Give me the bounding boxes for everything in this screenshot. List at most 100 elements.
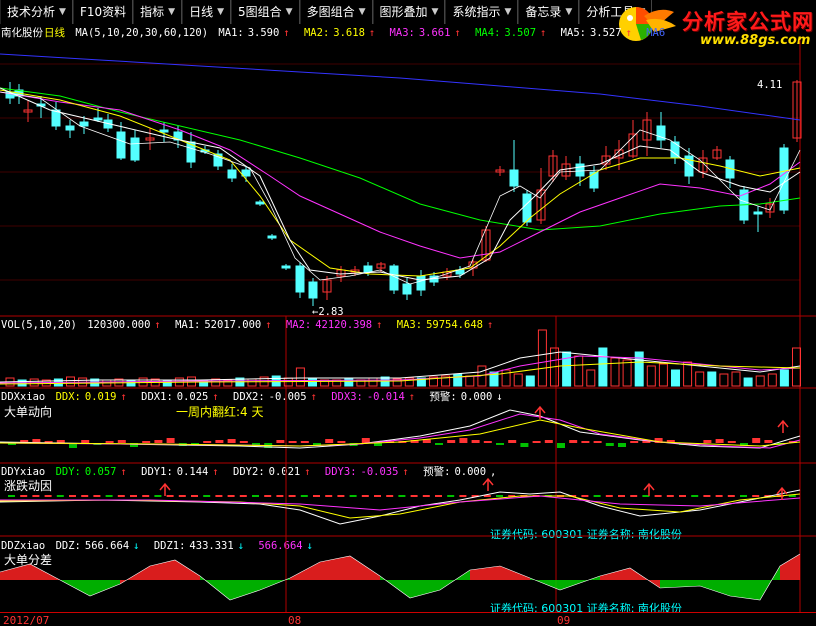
volume-bar: [707, 371, 717, 387]
ddx-bar: [605, 443, 614, 446]
ddy-bar: [374, 495, 381, 497]
ddy-bar: [703, 495, 711, 497]
ddx-bar: [154, 440, 163, 443]
candle-body: [281, 265, 291, 269]
ddx-bar: [593, 441, 602, 443]
ddy-bar: [227, 495, 235, 497]
volume-bar: [562, 351, 572, 387]
volume-bar: [574, 355, 584, 387]
candle-body: [255, 201, 265, 205]
ddy-bar: [447, 495, 455, 497]
candle-body: [93, 117, 103, 121]
ddy-bar: [276, 495, 284, 497]
ddz-area: [175, 560, 200, 580]
alert-up-arrow-icon: [643, 482, 655, 496]
volume-bar: [622, 359, 632, 387]
ddy-bar: [69, 495, 76, 497]
ddy-bar: [679, 495, 686, 497]
ddy-bar: [239, 495, 247, 497]
ddx-bar: [459, 438, 468, 443]
low-price-label: ←2.83: [312, 306, 344, 318]
ddx-bar: [557, 443, 565, 448]
ddy-bar: [496, 495, 503, 497]
ddy-bar: [727, 495, 735, 497]
ddz-area: [700, 580, 730, 596]
ddz-area: [780, 554, 800, 580]
ma3-line: [0, 91, 801, 259]
ddx-bar: [361, 438, 370, 443]
ddz-area: [410, 580, 440, 598]
ddx-bar: [483, 441, 492, 443]
ddx-bar: [325, 439, 334, 443]
candle-body: [509, 169, 519, 187]
volume-bar: [308, 377, 317, 387]
ddx-bar: [727, 441, 736, 443]
ddx-bar: [276, 440, 285, 443]
ddx-bar: [288, 441, 297, 443]
ddx-bar: [105, 441, 114, 443]
date-axis: 2012/07 08 09: [0, 612, 816, 626]
volume-bar: [465, 375, 475, 387]
candle-body: [65, 125, 75, 131]
ddx-bar: [532, 441, 541, 443]
ddy-bar: [666, 495, 674, 497]
ddy-line-3: [0, 495, 801, 511]
ddy-bar: [386, 495, 394, 497]
ddy-bar: [459, 495, 467, 497]
volume-bar: [646, 365, 656, 387]
ddx-bar: [142, 441, 151, 443]
ddy-bar: [300, 495, 308, 497]
high-price-label: 4.11: [757, 79, 783, 91]
ddy-bar: [56, 495, 64, 497]
candle-body: [402, 283, 412, 295]
ddx-bar: [630, 441, 639, 443]
ddx-bar: [215, 440, 224, 443]
ddy-bar: [191, 495, 198, 497]
ddx-bar: [117, 440, 126, 443]
candle-body: [308, 281, 318, 299]
alert-up-arrow-icon: [482, 477, 494, 491]
ddy-bar: [32, 495, 40, 497]
ddy-bar: [288, 495, 296, 497]
volume-bar: [537, 329, 547, 387]
ddy-bar: [8, 495, 15, 497]
volume-bar: [634, 351, 644, 387]
volume-bar: [525, 375, 535, 387]
ddz-area: [600, 568, 630, 580]
ddx-bar: [447, 440, 456, 443]
ddx-bar: [239, 441, 248, 443]
ddx-bar: [715, 439, 724, 443]
ddy-bar: [715, 495, 723, 497]
ddz-area: [0, 564, 30, 580]
ddy-bar: [740, 495, 747, 497]
ddy-bar: [142, 495, 150, 497]
ddy-bar: [154, 495, 162, 497]
candle-body: [295, 265, 305, 293]
ddx-bar: [764, 440, 773, 443]
chart-canvas[interactable]: [0, 0, 816, 612]
candle-body: [753, 211, 763, 215]
ddz-area: [230, 580, 260, 600]
ddx-bar: [581, 441, 590, 443]
candle-body: [159, 129, 169, 133]
ddy-bar: [349, 495, 357, 497]
ddx-bar: [300, 441, 309, 443]
ddy-bar: [410, 495, 418, 497]
volume-bar: [767, 373, 777, 387]
ddy-bar: [605, 495, 613, 497]
volume-bar: [755, 375, 765, 387]
ddy-bar: [81, 495, 89, 497]
alert-up-arrow-icon: [159, 482, 171, 496]
volume-bar: [453, 373, 463, 387]
ddz-area: [730, 580, 760, 600]
volume-bar: [610, 357, 620, 387]
candle-body: [227, 169, 237, 179]
ddy-bar: [203, 495, 211, 497]
volume-bar: [247, 378, 257, 387]
ddx-bar: [508, 440, 517, 443]
volume-bar: [743, 377, 753, 387]
ddy-bar: [166, 495, 174, 497]
ddy-bar: [337, 495, 345, 497]
ddx-bar: [544, 440, 553, 443]
date-label-2: 09: [557, 614, 571, 626]
